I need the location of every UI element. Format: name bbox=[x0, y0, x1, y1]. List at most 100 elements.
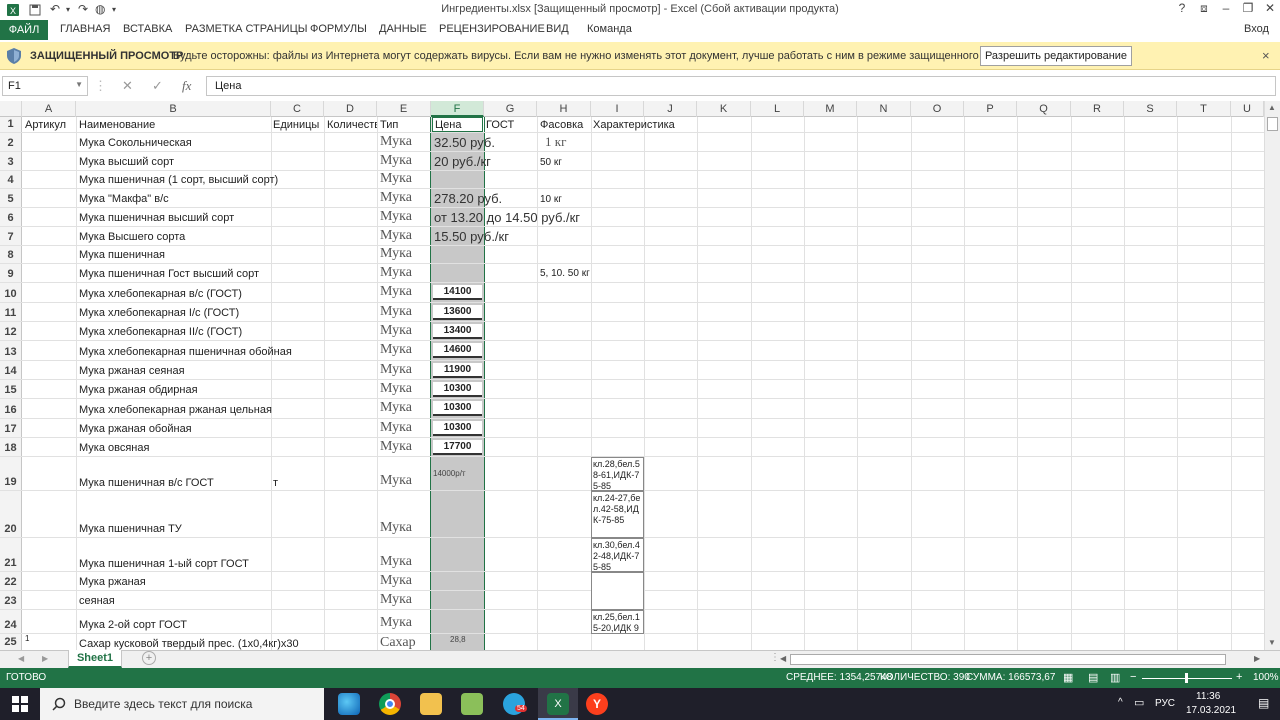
file-explorer-icon[interactable] bbox=[420, 693, 442, 715]
column-header[interactable]: J bbox=[644, 101, 697, 117]
vertical-scrollbar[interactable]: ▲ ▼ bbox=[1264, 101, 1280, 650]
zoom-out-icon[interactable]: − bbox=[1130, 671, 1136, 683]
row-header[interactable]: 2 bbox=[0, 133, 22, 151]
tab-formulas[interactable]: ФОРМУЛЫ bbox=[310, 23, 367, 35]
cell-name[interactable]: Мука Сокольническая bbox=[79, 137, 192, 149]
minimize-icon[interactable]: – bbox=[1216, 1, 1236, 19]
column-header[interactable]: H bbox=[537, 101, 591, 117]
excel-taskbar-active[interactable]: X bbox=[538, 688, 578, 720]
add-sheet-button[interactable]: + bbox=[142, 651, 156, 665]
column-header-selected[interactable]: F bbox=[431, 101, 484, 117]
tab-file[interactable]: ФАЙЛ bbox=[0, 20, 48, 40]
cell-price[interactable]: 10300 bbox=[433, 401, 482, 416]
row-header[interactable]: 14 bbox=[0, 361, 22, 379]
row-header[interactable]: 18 bbox=[0, 438, 22, 456]
taskbar-search[interactable]: Введите здесь текст для поиска bbox=[40, 688, 324, 720]
protected-close-icon[interactable]: × bbox=[1262, 48, 1270, 63]
cell-header-name[interactable]: Наименование bbox=[79, 119, 155, 131]
row-header[interactable]: 19 bbox=[0, 457, 22, 490]
network-icon[interactable]: ▭ bbox=[1134, 696, 1144, 709]
page-layout-view-icon[interactable]: ▤ bbox=[1088, 671, 1098, 684]
cell-characteristic[interactable]: кл.24-27,бел.42-58,ИДК-75-85 bbox=[591, 491, 644, 538]
cell-name[interactable]: Мука ржаная сеяная bbox=[79, 365, 185, 377]
tab-view[interactable]: ВИД bbox=[546, 23, 569, 35]
column-header[interactable]: L bbox=[751, 101, 804, 117]
cell-name[interactable]: Мука хлебопекарная ржаная цельная bbox=[79, 404, 272, 416]
windows-start-icon[interactable] bbox=[12, 696, 28, 712]
row-header[interactable]: 4 bbox=[0, 171, 22, 188]
cell-price[interactable]: 278.20 руб. bbox=[434, 191, 502, 206]
insert-function-icon[interactable]: fx bbox=[182, 78, 191, 94]
cell-packing[interactable]: 5, 10. 50 кг bbox=[540, 268, 590, 279]
column-header[interactable]: Q bbox=[1017, 101, 1071, 117]
column-header[interactable]: D bbox=[324, 101, 377, 117]
cell-name[interactable]: Мука хлебопекарная в/с (ГОСТ) bbox=[79, 288, 242, 300]
tab-insert[interactable]: ВСТАВКА bbox=[123, 23, 172, 35]
row-header[interactable]: 3 bbox=[0, 152, 22, 170]
cell-name[interactable]: Мука высший сорт bbox=[79, 156, 174, 168]
row-header[interactable]: 11 bbox=[0, 303, 22, 321]
spreadsheet-grid[interactable]: 1 Артикул Наименование Единицы Количеств… bbox=[0, 117, 1264, 650]
cell-type[interactable]: Мука bbox=[380, 171, 412, 187]
cell-name[interactable]: Мука пшеничная (1 сорт, высший сорт) bbox=[79, 174, 278, 186]
row-header[interactable]: 24 bbox=[0, 610, 22, 633]
cell-type[interactable]: Мука bbox=[380, 554, 412, 570]
close-icon[interactable]: ✕ bbox=[1260, 1, 1280, 19]
scroll-right-icon[interactable]: ▶ bbox=[1254, 654, 1260, 663]
column-header[interactable]: I bbox=[591, 101, 644, 117]
cell-name[interactable]: Мука 2-ой сорт ГОСТ bbox=[79, 619, 187, 631]
normal-view-icon[interactable]: ▦ bbox=[1063, 671, 1073, 684]
row-header[interactable]: 10 bbox=[0, 283, 22, 302]
name-box[interactable]: F1 ▼ bbox=[2, 76, 88, 96]
cell-price[interactable]: 17700 bbox=[433, 440, 482, 455]
cell-name[interactable]: Мука Высшего сорта bbox=[79, 231, 185, 243]
cell-type[interactable]: Мука bbox=[380, 342, 412, 358]
tab-home[interactable]: ГЛАВНАЯ bbox=[60, 23, 110, 35]
tab-data[interactable]: ДАННЫЕ bbox=[379, 23, 427, 35]
cell-type[interactable]: Мука bbox=[380, 473, 412, 489]
column-header[interactable]: P bbox=[964, 101, 1017, 117]
formula-input[interactable]: Цена bbox=[206, 76, 1276, 96]
scroll-left-icon[interactable]: ◀ bbox=[780, 654, 786, 663]
cell-type[interactable]: Мука bbox=[380, 400, 412, 416]
cell-type[interactable]: Мука bbox=[380, 284, 412, 300]
enter-icon[interactable]: ✓ bbox=[152, 78, 163, 94]
edge-icon[interactable] bbox=[338, 693, 360, 715]
row-header[interactable]: 25 bbox=[0, 634, 22, 650]
cell-name[interactable]: Мука овсяная bbox=[79, 442, 149, 454]
column-header[interactable]: M bbox=[804, 101, 857, 117]
cell-article[interactable]: 1 bbox=[25, 634, 29, 643]
cell-price[interactable]: 13600 bbox=[433, 305, 482, 320]
column-header[interactable]: O bbox=[911, 101, 964, 117]
tray-overflow-icon[interactable]: ^ bbox=[1118, 697, 1123, 708]
cell-price[interactable]: 15.50 руб./кг bbox=[434, 229, 509, 244]
tab-team[interactable]: Команда bbox=[587, 23, 632, 35]
zoom-level[interactable]: 100% bbox=[1253, 672, 1279, 683]
telegram-icon[interactable]: 54 bbox=[503, 693, 527, 715]
cell-packing[interactable]: 10 кг bbox=[540, 194, 562, 205]
cell-type[interactable]: Мука bbox=[380, 520, 412, 536]
cell-price[interactable]: 14000р/т bbox=[433, 469, 466, 478]
row-header[interactable]: 5 bbox=[0, 189, 22, 207]
cell-name[interactable]: Мука хлебопекарная I/с (ГОСТ) bbox=[79, 307, 239, 319]
cell-name[interactable]: Мука пшеничная в/с ГОСТ bbox=[79, 477, 214, 489]
cancel-icon[interactable]: ✕ bbox=[122, 78, 133, 94]
cell-packing[interactable]: 1 кг bbox=[545, 134, 566, 150]
cell-characteristic[interactable]: кл.30,бел.42-48,ИДК-75-85 bbox=[591, 538, 644, 572]
cell-name[interactable]: Мука ржаная обойная bbox=[79, 423, 192, 435]
scrollbar-thumb[interactable] bbox=[1267, 117, 1278, 131]
tab-review[interactable]: РЕЦЕНЗИРОВАНИЕ bbox=[439, 23, 545, 35]
cell-header-gost[interactable]: ГОСТ bbox=[486, 119, 514, 131]
zoom-in-icon[interactable]: + bbox=[1236, 671, 1242, 683]
cell-header-article[interactable]: Артикул bbox=[25, 119, 66, 131]
prev-sheet-icon[interactable]: ◀ bbox=[18, 654, 24, 663]
cell-price[interactable]: 13400 bbox=[433, 324, 482, 339]
cell-name[interactable]: Мука пшеничная Гост высший сорт bbox=[79, 268, 259, 280]
row-header[interactable]: 13 bbox=[0, 341, 22, 360]
signin-link[interactable]: Вход bbox=[1244, 23, 1269, 35]
cell-type[interactable]: Сахар bbox=[380, 635, 416, 650]
column-header[interactable]: E bbox=[377, 101, 431, 117]
cell-name[interactable]: Мука пшеничная bbox=[79, 249, 165, 261]
page-break-view-icon[interactable]: ▥ bbox=[1110, 671, 1120, 684]
cell-characteristic[interactable] bbox=[591, 572, 644, 591]
